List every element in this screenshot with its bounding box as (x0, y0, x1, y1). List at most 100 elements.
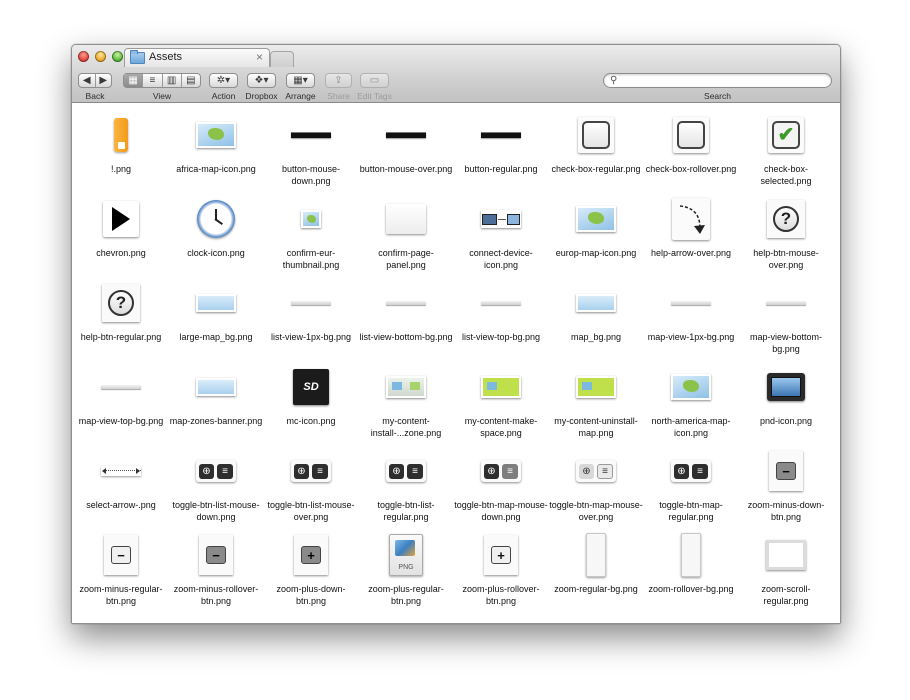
file-name[interactable]: zoom-plus-down-btn.png (264, 583, 358, 607)
file-name[interactable]: pnd-icon.png (739, 415, 833, 427)
file-thumbnail[interactable] (386, 283, 426, 323)
file-item[interactable]: ⊕ ≡ toggle-btn-map-regular.png (644, 443, 738, 527)
edit-tags-button[interactable]: ▭ (360, 73, 389, 88)
file-thumbnail[interactable] (386, 115, 426, 155)
file-thumbnail[interactable] (481, 115, 521, 155)
file-name[interactable]: list-view-top-bg.png (454, 331, 548, 343)
file-name[interactable]: list-view-1px-bg.png (264, 331, 358, 343)
file-thumbnail[interactable] (766, 367, 806, 407)
file-item[interactable]: connect-device-icon.png (454, 191, 548, 275)
action-button[interactable]: ✲▾ (209, 73, 238, 88)
file-name[interactable]: europ-map-icon.png (549, 247, 643, 259)
file-name[interactable]: help-arrow-over.png (644, 247, 738, 259)
file-item[interactable]: my-content-install-...zone.png (359, 359, 453, 443)
file-item[interactable]: ⊕ ≡ toggle-btn-list-mouse-over.png (264, 443, 358, 527)
file-thumbnail[interactable]: SD (291, 367, 331, 407)
search-field[interactable]: ⚲ (603, 73, 832, 88)
file-name[interactable]: button-mouse-over.png (359, 163, 453, 175)
file-thumbnail[interactable] (576, 533, 616, 577)
file-name[interactable]: africa-map-icon.png (169, 163, 263, 175)
file-thumbnail[interactable]: ✔ (766, 115, 806, 155)
file-item[interactable]: list-view-1px-bg.png (264, 275, 358, 359)
file-name[interactable]: zoom-minus-rollover-btn.png (169, 583, 263, 607)
file-thumbnail[interactable] (671, 115, 711, 155)
file-thumbnail[interactable]: ⊕ ≡ (196, 451, 236, 491)
file-thumbnail[interactable]: ⊕ ≡ (386, 451, 426, 491)
file-item[interactable]: large-map_bg.png (169, 275, 263, 359)
search-input[interactable] (622, 74, 822, 87)
file-thumbnail[interactable] (576, 283, 616, 323)
file-item[interactable]: map-zones-banner.png (169, 359, 263, 443)
minimize-window-icon[interactable] (95, 51, 106, 62)
file-name[interactable]: connect-device-icon.png (454, 247, 548, 271)
file-thumbnail[interactable]: ⊕ ≡ (481, 451, 521, 491)
file-item[interactable]: + zoom-plus-rollover-btn.png (454, 527, 548, 611)
file-thumbnail[interactable]: ⊕ ≡ (576, 451, 616, 491)
file-item[interactable]: ⊕ ≡ toggle-btn-map-mouse-over.png (549, 443, 643, 527)
file-name[interactable]: zoom-regular-bg.png (549, 583, 643, 595)
share-button[interactable]: ⇪ (325, 73, 352, 88)
file-name[interactable]: zoom-scroll-regular.png (739, 583, 833, 607)
file-item[interactable]: select-arrow-.png (74, 443, 168, 527)
file-item[interactable]: confirm-eur-thumbnail.png (264, 191, 358, 275)
file-thumbnail[interactable] (101, 367, 141, 407)
file-thumbnail[interactable] (196, 199, 236, 239)
file-name[interactable]: zoom-minus-down-btn.png (739, 499, 833, 523)
file-name[interactable]: check-box-selected.png (739, 163, 833, 187)
file-item[interactable]: confirm-page-panel.png (359, 191, 453, 275)
file-thumbnail[interactable]: − (101, 535, 141, 575)
file-thumbnail[interactable] (766, 535, 806, 575)
file-item[interactable]: europ-map-icon.png (549, 191, 643, 275)
file-thumbnail[interactable]: ? (101, 283, 141, 323)
file-thumbnail[interactable]: − (196, 535, 236, 575)
file-name[interactable]: button-mouse-down.png (264, 163, 358, 187)
file-item[interactable]: ⊕ ≡ toggle-btn-map-mouse-down.png (454, 443, 548, 527)
file-item[interactable]: button-regular.png (454, 107, 548, 191)
file-item[interactable]: !.png (74, 107, 168, 191)
file-item[interactable]: ? help-btn-regular.png (74, 275, 168, 359)
file-name[interactable]: check-box-regular.png (549, 163, 643, 175)
file-thumbnail[interactable]: − (766, 451, 806, 491)
file-thumbnail[interactable] (291, 199, 331, 239)
coverflow-view-button[interactable]: ▤ (182, 74, 200, 87)
file-item[interactable]: help-arrow-over.png (644, 191, 738, 275)
file-name[interactable]: my-content-make-space.png (454, 415, 548, 439)
file-name[interactable]: check-box-rollover.png (644, 163, 738, 175)
file-item[interactable]: ⊕ ≡ toggle-btn-list-regular.png (359, 443, 453, 527)
file-name[interactable]: list-view-bottom-bg.png (359, 331, 453, 343)
file-name[interactable]: map_bg.png (549, 331, 643, 343)
file-item[interactable]: map-view-top-bg.png (74, 359, 168, 443)
file-item[interactable]: PNG zoom-plus-regular-btn.png (359, 527, 453, 611)
tab-assets[interactable]: Assets × (124, 48, 270, 67)
back-button[interactable]: ◀ (79, 74, 96, 87)
file-name[interactable]: map-zones-banner.png (169, 415, 263, 427)
file-name[interactable]: confirm-page-panel.png (359, 247, 453, 271)
file-item[interactable]: − zoom-minus-rollover-btn.png (169, 527, 263, 611)
file-item[interactable]: ✔ check-box-selected.png (739, 107, 833, 191)
file-thumbnail[interactable] (481, 199, 521, 239)
tab-close-icon[interactable]: × (256, 50, 263, 64)
file-item[interactable]: clock-icon.png (169, 191, 263, 275)
file-thumbnail[interactable]: ⊕ ≡ (671, 451, 711, 491)
file-name[interactable]: chevron.png (74, 247, 168, 259)
file-name[interactable]: map-view-1px-bg.png (644, 331, 738, 343)
file-name[interactable]: select-arrow-.png (74, 499, 168, 511)
file-item[interactable]: zoom-rollover-bg.png (644, 527, 738, 611)
file-name[interactable]: my-content-install-...zone.png (359, 415, 453, 439)
file-item[interactable]: africa-map-icon.png (169, 107, 263, 191)
file-name[interactable]: toggle-btn-map-mouse-down.png (454, 499, 548, 523)
file-thumbnail[interactable] (386, 199, 426, 239)
file-item[interactable]: check-box-rollover.png (644, 107, 738, 191)
column-view-button[interactable]: ▥ (163, 74, 182, 87)
file-thumbnail[interactable] (481, 367, 521, 407)
file-name[interactable]: toggle-btn-map-mouse-over.png (549, 499, 643, 523)
file-item[interactable]: check-box-regular.png (549, 107, 643, 191)
file-item[interactable]: SD mc-icon.png (264, 359, 358, 443)
file-thumbnail[interactable] (671, 283, 711, 323)
file-name[interactable]: toggle-btn-list-mouse-down.png (169, 499, 263, 523)
file-item[interactable]: pnd-icon.png (739, 359, 833, 443)
file-name[interactable]: map-view-top-bg.png (74, 415, 168, 427)
file-name[interactable]: confirm-eur-thumbnail.png (264, 247, 358, 271)
file-thumbnail[interactable]: PNG (386, 534, 426, 576)
file-thumbnail[interactable] (671, 198, 711, 240)
